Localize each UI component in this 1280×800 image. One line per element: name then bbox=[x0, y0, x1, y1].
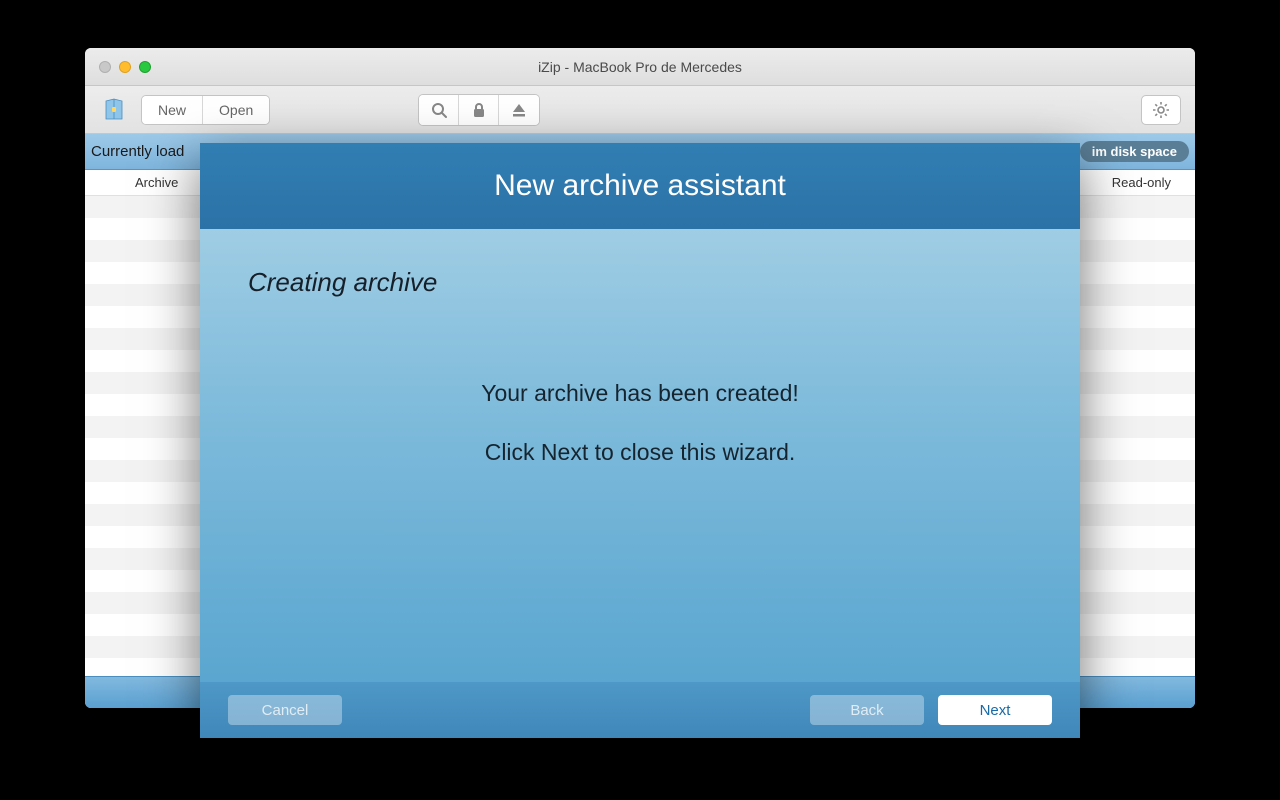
toolbar: New Open bbox=[85, 86, 1195, 134]
app-icon bbox=[99, 95, 129, 125]
assistant-title: New archive assistant bbox=[200, 143, 1080, 229]
new-archive-assistant-dialog: New archive assistant Creating archive Y… bbox=[200, 143, 1080, 738]
open-button[interactable]: Open bbox=[203, 96, 269, 124]
next-button[interactable]: Next bbox=[938, 695, 1052, 725]
file-button-group: New Open bbox=[141, 95, 270, 125]
column-readonly[interactable]: Read-only bbox=[1100, 170, 1195, 195]
assistant-body: Creating archive Your archive has been c… bbox=[200, 229, 1080, 682]
assistant-message-1: Your archive has been created! bbox=[248, 380, 1032, 407]
lock-icon-button[interactable] bbox=[459, 95, 499, 125]
eject-icon-button[interactable] bbox=[499, 95, 539, 125]
gear-icon bbox=[1152, 101, 1170, 119]
minimize-window-button[interactable] bbox=[119, 61, 131, 73]
search-icon-button[interactable] bbox=[419, 95, 459, 125]
disk-space-badge[interactable]: im disk space bbox=[1080, 141, 1189, 162]
new-button[interactable]: New bbox=[142, 96, 203, 124]
status-text: Currently load bbox=[91, 143, 184, 160]
window-controls bbox=[85, 61, 151, 73]
close-window-button[interactable] bbox=[99, 61, 111, 73]
settings-button[interactable] bbox=[1141, 95, 1181, 125]
titlebar: iZip - MacBook Pro de Mercedes bbox=[85, 48, 1195, 86]
cancel-button[interactable]: Cancel bbox=[228, 695, 342, 725]
back-button[interactable]: Back bbox=[810, 695, 924, 725]
window-title: iZip - MacBook Pro de Mercedes bbox=[85, 59, 1195, 75]
action-icons-group bbox=[418, 94, 540, 126]
assistant-message-2: Click Next to close this wizard. bbox=[248, 439, 1032, 466]
assistant-subtitle: Creating archive bbox=[248, 267, 1032, 298]
assistant-footer: Cancel Back Next bbox=[200, 682, 1080, 738]
maximize-window-button[interactable] bbox=[139, 61, 151, 73]
